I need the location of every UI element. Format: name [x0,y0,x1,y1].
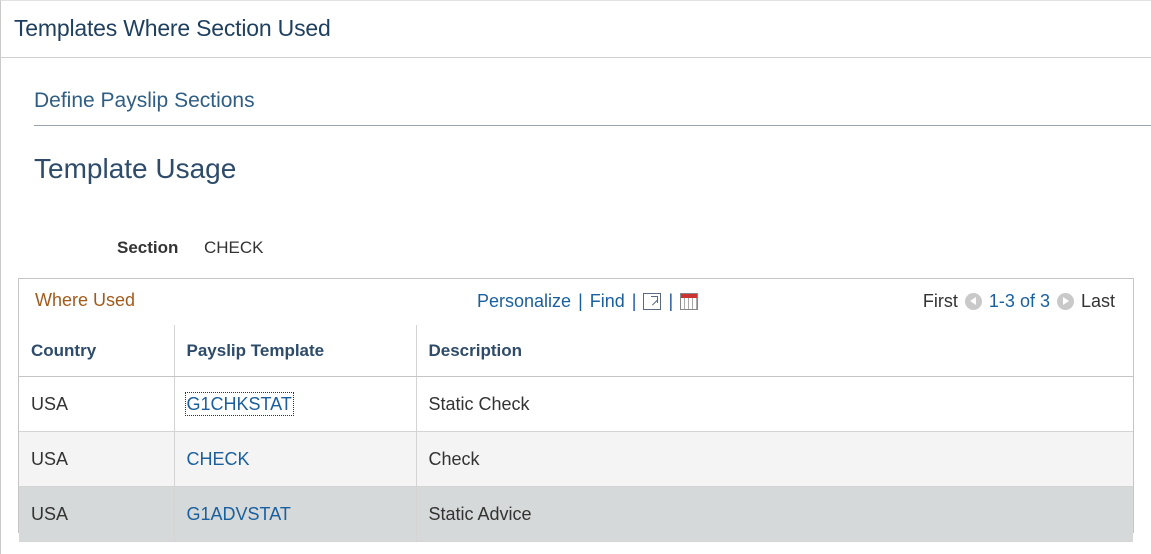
template-link[interactable]: CHECK [187,449,250,469]
table-row: USA G1CHKSTAT Static Check [19,376,1133,432]
template-cell: CHECK [174,431,417,487]
table-row: USA G1ADVSTAT Static Advice [19,486,1133,542]
next-arrow-icon[interactable] [1056,293,1074,310]
description-cell: Check [416,431,1133,487]
grid-pager: First 1-3 of 3 Last [923,291,1115,312]
column-header-payslip-template[interactable]: Payslip Template [174,325,417,377]
where-used-table: Country Payslip Template Description USA… [19,325,1133,542]
country-cell: USA [19,431,175,487]
component-title: Define Payslip Sections [34,89,255,112]
title-divider [0,57,1151,58]
section-label: Section [117,238,179,257]
grid-title: Where Used [35,290,136,310]
section-value: CHECK [204,238,264,257]
grid-toolbar: Personalize | Find | | [477,291,699,312]
separator: | [631,291,637,311]
description-cell: Static Check [416,376,1133,432]
column-header-country[interactable]: Country [19,325,175,377]
template-link[interactable]: G1ADVSTAT [187,504,291,524]
table-row: USA CHECK Check [19,431,1133,487]
template-link[interactable]: G1CHKSTAT [184,391,294,416]
description-cell: Static Advice [416,486,1133,542]
download-excel-icon[interactable] [680,293,699,310]
template-cell: G1CHKSTAT [174,376,417,432]
previous-arrow-icon[interactable] [964,293,982,310]
component-divider [34,125,1151,126]
column-header-description[interactable]: Description [416,325,1133,377]
zoom-icon[interactable] [643,293,662,310]
window-title: Templates Where Section Used [14,15,331,41]
grid-header: Where Used Personalize | Find | | First … [19,279,1133,325]
table-header-row: Country Payslip Template Description [19,325,1133,377]
first-label: First [922,291,958,311]
where-used-grid: Where Used Personalize | Find | | First … [18,278,1134,542]
country-cell: USA [19,486,175,542]
find-link[interactable]: Find [590,291,625,312]
row-range-label: 1-3 of 3 [988,291,1050,311]
separator: | [578,291,583,311]
page-title: Template Usage [34,153,237,184]
country-cell: USA [19,376,175,432]
personalize-link[interactable]: Personalize [477,291,571,312]
template-cell: G1ADVSTAT [174,486,417,542]
separator: | [668,291,674,311]
last-label: Last [1080,291,1115,311]
